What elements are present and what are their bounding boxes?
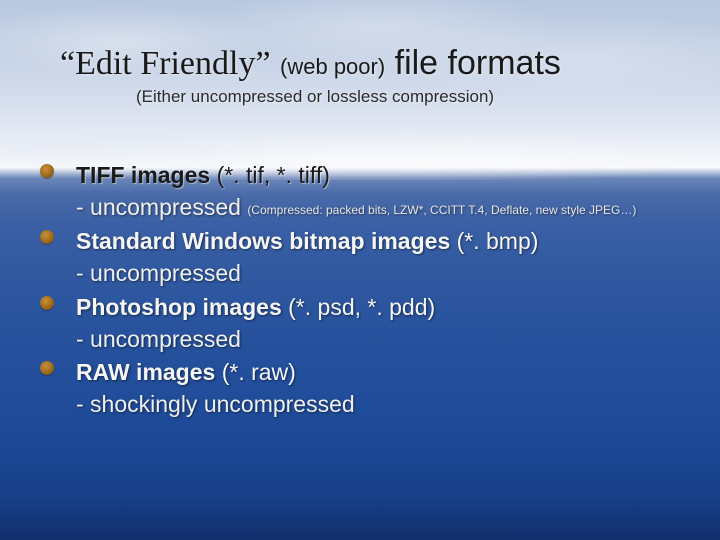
bullet-icon	[40, 230, 54, 244]
list-item: TIFF images (*. tif, *. tiff)	[40, 160, 680, 191]
item-ext: (*. tif, *. tiff)	[217, 162, 330, 188]
item-name: TIFF images	[76, 162, 210, 188]
item-name: Photoshop images	[76, 294, 282, 320]
bullet-icon	[40, 296, 54, 310]
slide-title: “Edit Friendly” (web poor) file formats	[60, 44, 672, 83]
list-item: RAW images (*. raw)	[40, 357, 680, 388]
item-sub-text: - uncompressed	[76, 194, 241, 220]
slide-body: TIFF images (*. tif, *. tiff) - uncompre…	[40, 160, 680, 423]
item-name: Standard Windows bitmap images	[76, 228, 450, 254]
bullet-icon	[40, 164, 54, 178]
title-web-note: (web poor)	[280, 54, 385, 79]
title-block: “Edit Friendly” (web poor) file formats …	[60, 44, 672, 107]
title-pre: “Edit Friendly”	[60, 45, 271, 82]
bullet-icon	[40, 361, 54, 375]
list-item: Standard Windows bitmap images (*. bmp)	[40, 226, 680, 257]
item-sub: - uncompressed	[40, 259, 680, 288]
item-ext: (*. bmp)	[457, 228, 539, 254]
slide: “Edit Friendly” (web poor) file formats …	[0, 0, 720, 540]
item-fine: (Compressed: packed bits, LZW*, CCITT T.…	[247, 203, 636, 217]
item-sub-text: - shockingly uncompressed	[76, 391, 355, 417]
item-sub: - shockingly uncompressed	[40, 390, 680, 419]
item-heading: Standard Windows bitmap images (*. bmp)	[76, 226, 680, 257]
title-post: file formats	[395, 44, 561, 82]
item-ext: (*. raw)	[222, 359, 296, 385]
item-ext: (*. psd, *. pdd)	[288, 294, 435, 320]
item-sub: - uncompressed	[40, 325, 680, 354]
item-sub-text: - uncompressed	[76, 326, 241, 352]
item-name: RAW images	[76, 359, 215, 385]
list-item: Photoshop images (*. psd, *. pdd)	[40, 292, 680, 323]
slide-subtitle: (Either uncompressed or lossless compres…	[60, 87, 672, 107]
item-heading: Photoshop images (*. psd, *. pdd)	[76, 292, 680, 323]
item-sub-text: - uncompressed	[76, 260, 241, 286]
item-heading: TIFF images (*. tif, *. tiff)	[76, 160, 680, 191]
item-sub: - uncompressed (Compressed: packed bits,…	[40, 193, 680, 222]
item-heading: RAW images (*. raw)	[76, 357, 680, 388]
